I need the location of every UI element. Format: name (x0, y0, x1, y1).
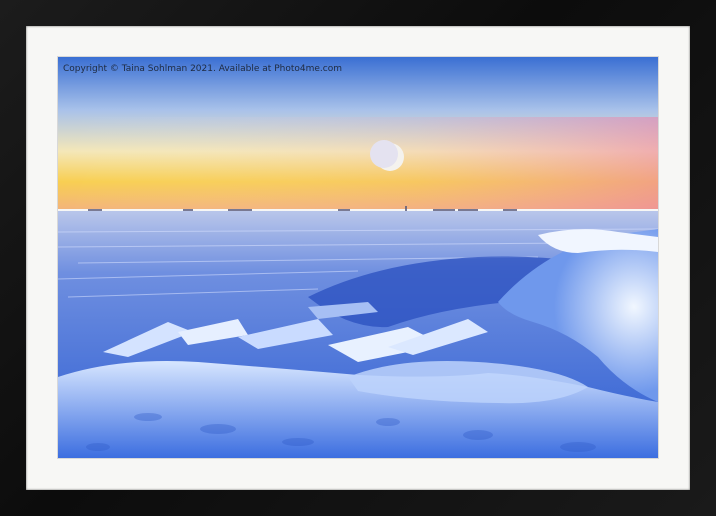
photo-credit: Copyright © Taina Sohlman 2021. Availabl… (63, 64, 342, 74)
sky-glow (58, 117, 658, 209)
framed-photo[interactable] (58, 57, 658, 458)
photo-artwork (58, 57, 658, 458)
